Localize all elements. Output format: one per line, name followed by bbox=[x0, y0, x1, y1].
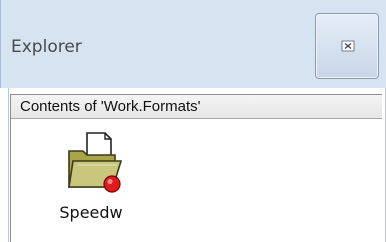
explorer-window: Explorer Contents of 'Work.Formats' Spee… bbox=[0, 0, 386, 242]
contents-header: Contents of 'Work.Formats' bbox=[11, 95, 382, 119]
format-catalog-icon bbox=[68, 132, 123, 193]
close-button[interactable] bbox=[315, 13, 379, 79]
window-title: Explorer bbox=[11, 37, 82, 57]
contents-panel: Contents of 'Work.Formats' Speedw bbox=[10, 94, 382, 242]
list-item-speedw[interactable]: Speedw bbox=[49, 131, 133, 231]
title-bar[interactable]: Explorer bbox=[0, 0, 386, 88]
contents-header-label: Contents of 'Work.Formats' bbox=[20, 98, 201, 115]
list-item-label: Speedw bbox=[59, 203, 123, 222]
close-icon bbox=[341, 40, 355, 52]
